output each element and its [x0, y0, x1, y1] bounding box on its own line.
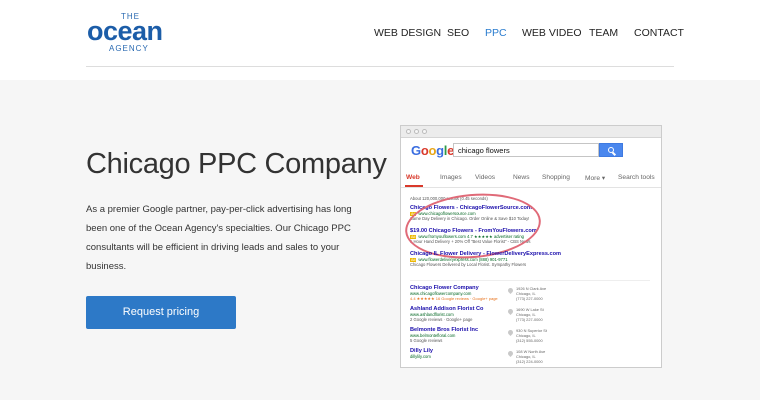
local-result: Ashland Addison Florist Co www.ashlandfl… [410, 306, 484, 322]
local-address: 1926 N Clark Ave Chicago, IL (773) 227-0… [516, 286, 547, 301]
map-pin-icon [506, 349, 515, 358]
browser-titlebar [401, 126, 661, 138]
map-pin-icon [506, 307, 515, 316]
google-tab-images: Images [440, 174, 462, 181]
google-search-query: chicago flowers [453, 143, 599, 157]
google-tab-news: News [513, 174, 530, 181]
window-dot-icon [406, 129, 411, 134]
window-dot-icon [414, 129, 419, 134]
map-pin-icon [506, 286, 515, 295]
page-title: Chicago PPC Company [86, 148, 387, 180]
google-tab-shopping: Shopping [542, 174, 570, 181]
google-search-button [599, 143, 623, 157]
local-address: 930 N Superior St Chicago, IL (312) 555-… [516, 328, 547, 343]
results-divider [410, 280, 650, 281]
local-address: 1690 W Lake St Chicago, IL (773) 227-000… [516, 307, 544, 322]
google-tab-videos: Videos [475, 174, 496, 181]
hero-description: As a premier Google partner, pay-per-cli… [86, 204, 352, 272]
nav-contact[interactable]: CONTACT [634, 27, 684, 39]
google-tab-search-tools: Search tools [618, 174, 655, 181]
ocean-agency-logo[interactable]: THE ocean AGENCY [87, 12, 177, 53]
request-pricing-button[interactable]: Request pricing [86, 296, 236, 329]
logo-ocean: ocean [87, 16, 163, 46]
local-result: Dilly Lily dillylily.com [410, 348, 434, 359]
site-header: THE ocean AGENCY WEB DESIGN SEO PPC WEB … [0, 0, 760, 68]
nav-web-video[interactable]: WEB VIDEO [522, 27, 582, 39]
logo-agency: AGENCY [109, 44, 149, 53]
google-logo: Google [411, 143, 455, 158]
local-result: Chicago Flower Company www.chicagoflower… [410, 285, 498, 301]
local-address: 108 W North Ave Chicago, IL (312) 224-00… [516, 349, 546, 364]
active-tab-underline [405, 185, 423, 187]
google-tab-web: Web [406, 174, 420, 181]
map-pin-icon [506, 328, 515, 337]
google-tab-more: More ▾ [585, 175, 606, 182]
window-dot-icon [422, 129, 427, 134]
nav-web-design[interactable]: WEB DESIGN [374, 27, 441, 39]
google-tabs: Web Images Videos News Shopping More ▾ S… [401, 170, 661, 188]
header-divider [86, 66, 674, 67]
nav-seo[interactable]: SEO [447, 27, 469, 39]
google-search-screenshot: Google chicago flowers Web Images Videos… [400, 125, 662, 368]
local-result: Belmonte Bros Florist Inc www.belmontefl… [410, 327, 479, 343]
nav-team[interactable]: TEAM [589, 27, 618, 39]
ad-result: Chicago IL Flower Delivery - FlowerDeliv… [410, 251, 561, 267]
nav-ppc[interactable]: PPC [485, 27, 507, 39]
